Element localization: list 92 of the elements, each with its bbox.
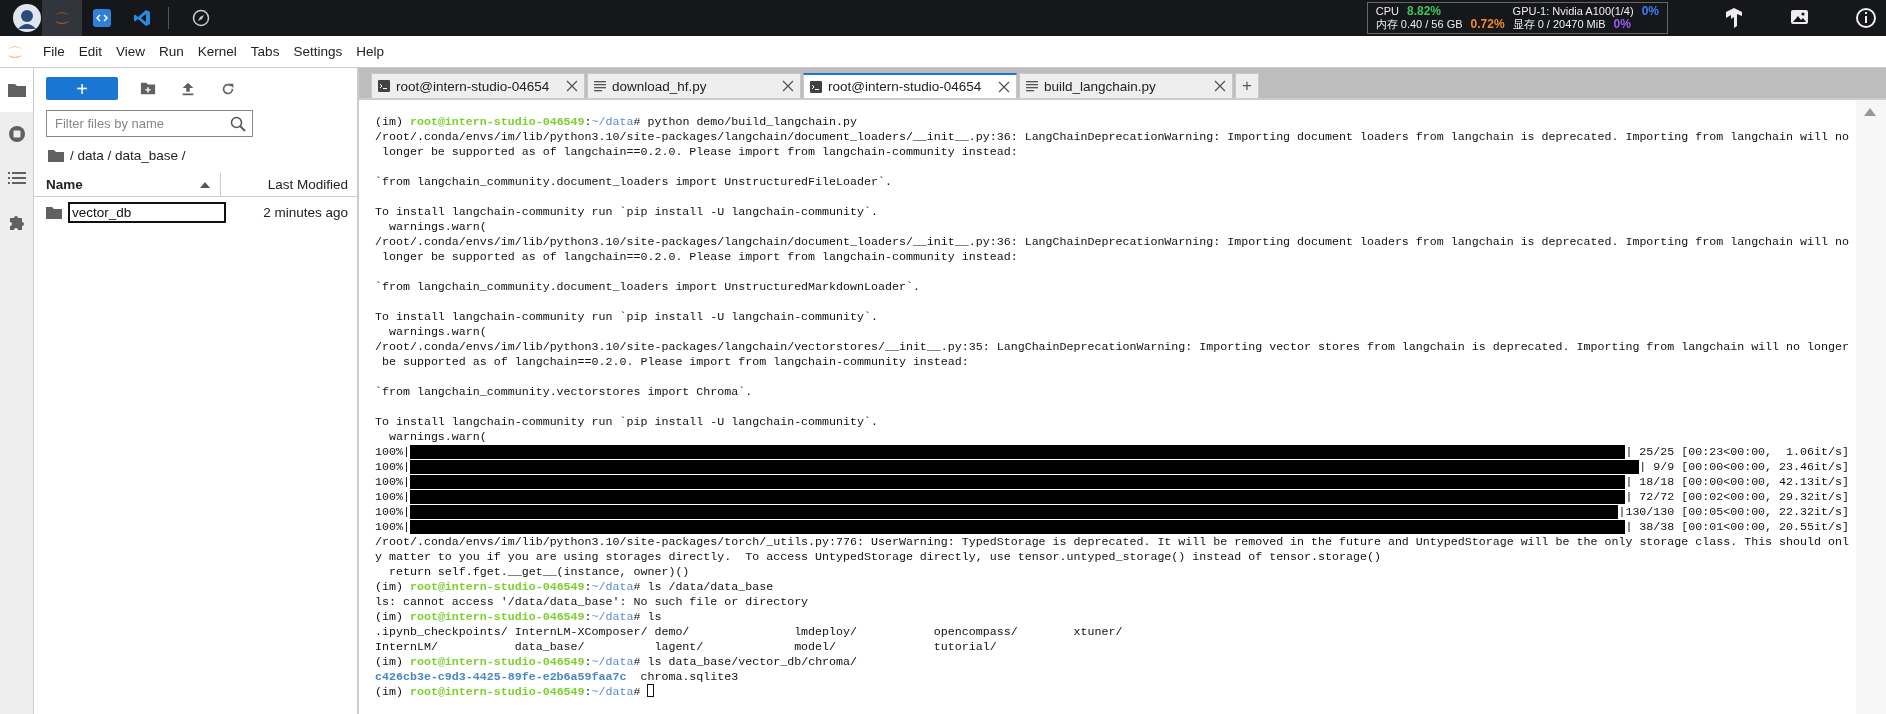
puzzle-icon [7,213,26,231]
directory-name: c426cb3e-c9d3-4425-89fe-e2b6a59faa7c [375,670,627,683]
document-tab[interactable]: build_langchain.py [1019,73,1233,98]
terminal-line: To install langchain-community run `pip install -U langchain-community`. [375,414,879,429]
stat-label: CPU [1375,5,1399,18]
avatar-icon[interactable] [12,3,42,33]
code-editor-icon [133,9,151,27]
menu-item[interactable]: Run [152,44,191,59]
terminal-line: be supported as of langchain==0.2.0. Please import from langchain-community instead: [381,354,970,369]
stat-value: 0% [1641,5,1659,18]
terminal-line: /root/.conda/envs/im/lib/python3.10/site-packages/langchain/document_loaders/__init__.py:36: LangChainDeprecationWarning: Importing document loaders from langchain is deprecated. Importing from langchain will no [375,234,1849,249]
modified-time: 2 minutes ago [262,204,349,220]
progress-label: 100%| [375,444,410,459]
progress-label: 100%| [375,474,410,489]
document-tab[interactable]: root@intern-studio-04654 [803,73,1017,98]
column-header[interactable]: Last Modified [221,173,357,196]
terminal-line: warnings.warn( [387,429,488,444]
stat-value: 8.82% [1406,5,1441,18]
terminal-prompt: (im) root@intern-studio-046549:~/data# ls /data/data_base [375,579,775,594]
menu-item[interactable]: Settings [286,44,350,59]
code-icon [93,9,111,27]
document-tab[interactable]: download_hf.py [587,73,801,98]
close-icon[interactable] [782,80,794,92]
terminal-line: return self.fget.__get__(instance, owner)() [387,564,691,579]
document-tab[interactable]: root@intern-studio-04654 [371,73,585,98]
terminal-line: To install langchain-community run `pip install -U langchain-community`. [375,204,879,219]
terminal-prompt: (im) root@intern-studio-046549:~/data# python demo/build_langchain.py [375,114,859,129]
progress-label: 100%| [375,459,410,474]
menu-item[interactable]: File [36,44,72,59]
terminal-line: longer be supported as of langchain==0.2.0. Please import from langchain-community instead: [381,249,1019,264]
stat-label: 显存 0 / 20470 MiB [1512,18,1606,31]
terminal-line: /root/.conda/envs/im/lib/python3.10/site-packages/torch/_utils.py:776: UserWarning: TypedStorage is deprecated. It will be removed in the future and UntypedStorage will be the only storage class. This should onl [375,534,1849,549]
folder-icon [6,82,27,98]
terminal-line: warnings.warn( [387,219,488,234]
close-icon[interactable] [998,80,1010,93]
terminal-line: /root/.conda/envs/im/lib/python3.10/site-packages/langchain/vectorstores/__init__.py:35: LangChainDeprecationWarning: Importing vector stores from langchain is deprecated. Importing from langchain will no longer [375,339,1849,354]
rename-field[interactable]: vector_db [68,201,226,223]
progress-stats: |130/130 [00:05<00:00, 22.32it/s] [1618,504,1849,519]
folder-icon[interactable] [48,148,64,162]
terminal-prompt: (im) root@intern-studio-046549:~/data# ls [375,609,663,624]
progress-label: 100%| [375,489,410,504]
stat-value: 0% [1613,18,1631,31]
terminal-line: /root/.conda/envs/im/lib/python3.10/site-packages/langchain/document_loaders/__init__.py:36: LangChainDeprecationWarning: Importing document loaders from langchain is deprecated. Importing from langchain will no [375,129,1849,144]
breadcrumb-path[interactable]: / data / data_base / [70,147,186,163]
progress-stats: | 72/72 [00:02<00:00, 29.32it/s] [1625,489,1849,504]
search-icon [230,116,246,132]
column-header[interactable]: Name [34,173,221,196]
menu-item[interactable]: Kernel [190,44,244,59]
terminal-line: `from langchain_community.document_loaders import UnstructuredMarkdownLoader`. [375,279,921,294]
stat-value: 0.72% [1470,18,1505,31]
terminal-prompt: (im) root@intern-studio-046549:~/data# [375,684,1849,699]
menu-item[interactable]: View [109,44,153,59]
new-launcher-button[interactable]: + [46,77,118,100]
text-file-icon [594,80,606,92]
stat-label: 内存 0.40 / 56 GB [1375,18,1463,31]
new-tab-button[interactable]: + [1235,73,1259,98]
sort-caret-icon [200,181,210,188]
progress-stats: | 25/25 [00:23<00:00, 1.06it/s] [1625,444,1849,459]
progress-label: 100%| [375,504,410,519]
terminal-line: InternLM/ data_base/ lagent/ model/ tutorial/ [375,639,998,654]
stop-icon [7,125,26,143]
menu-item[interactable]: Tabs [243,44,287,59]
info-icon[interactable] [1855,7,1877,29]
terminal-line: .ipynb_checkpoints/ InternLM-XComposer/ demo/ lmdeploy/ opencompass/ xtuner/ [375,624,1124,639]
filter-field[interactable]: Filter files by name [46,110,253,137]
file-name: chroma.sqlite3 [640,670,739,683]
terminal-line: `from langchain_community.vectorstores import Chroma`. [375,384,754,399]
terminal-icon [378,80,390,92]
list-icon [7,171,26,185]
terminal-line: warnings.warn( [387,324,488,339]
close-icon[interactable] [566,80,578,92]
stat-label: GPU-1: Nvidia A100(1/4) [1512,5,1634,18]
terminal-line: To install langchain-community run `pip install -U langchain-community`. [375,309,879,324]
progress-stats: | 9/9 [00:00<00:00, 23.46it/s] [1639,459,1849,474]
folder-icon [46,205,62,219]
sidebar-tab[interactable] [0,68,33,112]
terminal-icon [810,80,822,93]
terminal-line: ls: cannot access '/data/data_base': No such file or directory [375,594,810,609]
cube-logo-icon[interactable] [1723,7,1745,29]
terminal-prompt: (im) root@intern-studio-046549:~/data# ls data_base/vector_db/chroma/ [375,654,859,669]
terminal-line: longer be supported as of langchain==0.2.0. Please import from langchain-community instead: [381,144,1019,159]
scroll-up-icon[interactable] [1864,108,1876,116]
progress-stats: | 18/18 [00:00<00:00, 42.13it/s] [1625,474,1849,489]
compass-icon [192,9,210,27]
text-file-icon [1026,80,1038,92]
terminal-line: y matter to you if you are using storages directly. To access UntypedStorage directly, use tensor.untyped_storage() instead of tensor.storage() [375,549,1382,564]
menu-item[interactable]: Edit [71,44,110,59]
terminal-line: `from langchain_community.document_loaders import UnstructuredFileLoader`. [375,174,893,189]
progress-stats: | 38/38 [00:01<00:00, 20.55it/s] [1625,519,1849,534]
menu-item[interactable]: Help [349,44,391,59]
close-icon[interactable] [1214,80,1226,92]
progress-label: 100%| [375,519,410,534]
